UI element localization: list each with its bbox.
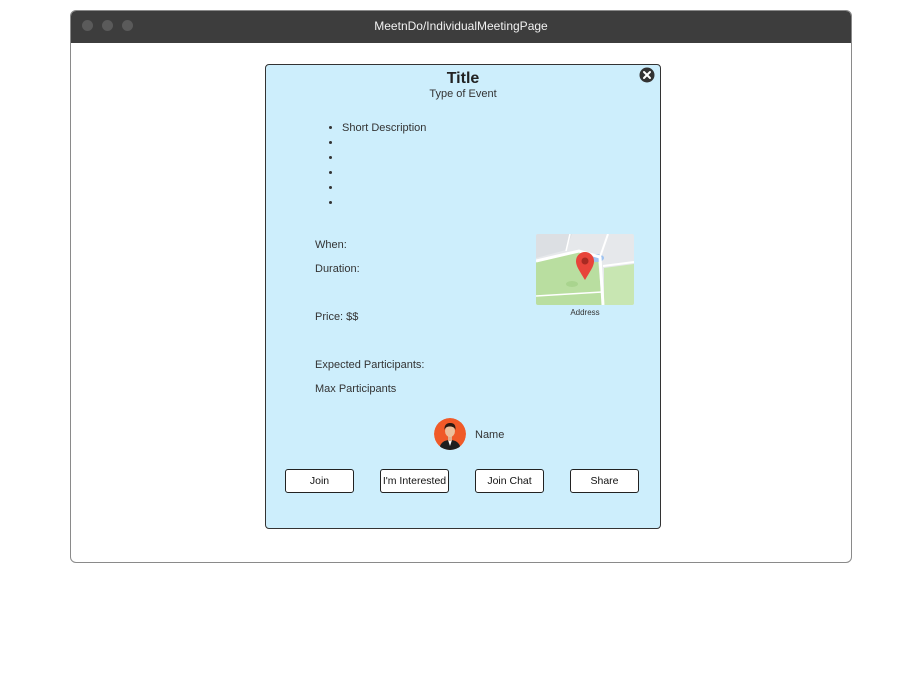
location-map[interactable] (536, 234, 634, 305)
browser-window: MeetnDo/IndividualMeetingPage Title Type… (70, 10, 852, 563)
description-item (342, 166, 426, 181)
join-chat-button[interactable]: Join Chat (475, 469, 544, 493)
duration-label: Duration: (315, 263, 360, 275)
when-label: When: (315, 239, 347, 251)
join-button[interactable]: Join (285, 469, 354, 493)
description-item (342, 181, 426, 196)
description-list: Short Description (320, 121, 426, 211)
event-title: Title (446, 70, 480, 87)
description-item (342, 136, 426, 151)
interested-button[interactable]: I'm Interested (380, 469, 449, 493)
description-item: Short Description (342, 121, 426, 136)
meeting-card: Title Type of Event Short Description Wh… (265, 64, 661, 529)
host-avatar[interactable] (434, 418, 466, 450)
host-name: Name (475, 429, 505, 441)
window-title: MeetnDo/IndividualMeetingPage (374, 19, 548, 33)
description-item (342, 196, 426, 211)
max-participants-label: Max Participants (315, 383, 397, 395)
description-item (342, 151, 426, 166)
share-button[interactable]: Share (570, 469, 639, 493)
price-label: Price: $$ (315, 311, 359, 323)
title-bar: MeetnDo/IndividualMeetingPage (71, 11, 851, 43)
event-type: Type of Event (429, 88, 497, 100)
address-label: Address (570, 308, 600, 317)
expected-participants-label: Expected Participants: (315, 359, 425, 371)
